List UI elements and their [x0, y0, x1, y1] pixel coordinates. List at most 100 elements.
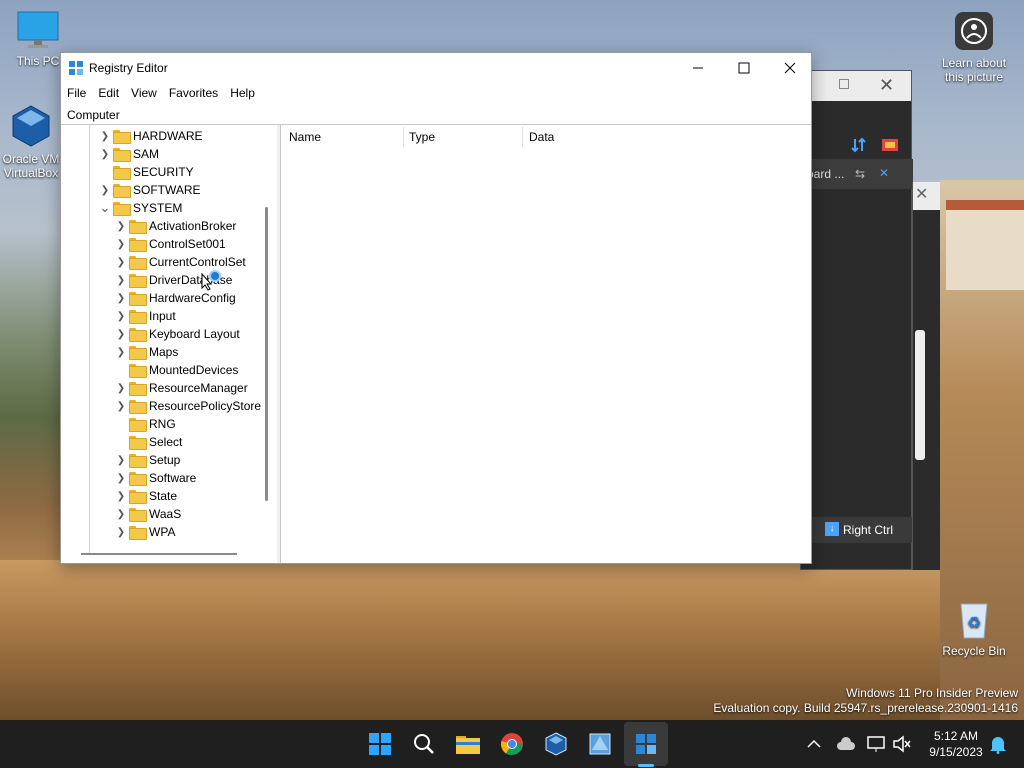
tree-item[interactable]: ❯ Maps — [113, 343, 178, 361]
registry-editor-window[interactable]: Registry Editor File Edit View Favorites… — [60, 52, 812, 564]
tree-item[interactable]: ❯ CurrentControlSet — [113, 253, 246, 271]
tree-vertical-scrollbar[interactable] — [265, 207, 268, 501]
desktop-icon-recycle-bin[interactable]: ♻ Recycle Bin — [936, 598, 1012, 658]
column-data[interactable]: Data — [529, 130, 554, 144]
onedrive-button[interactable] — [832, 730, 860, 758]
background-window[interactable]: ✕ oard ... ⇆ ✕ ↓ Right Ctrl — [800, 70, 913, 570]
minimize-button[interactable] — [675, 53, 721, 83]
menu-edit[interactable]: Edit — [92, 83, 125, 105]
tree-item[interactable]: ❯ ControlSet001 — [113, 235, 226, 253]
chevron-right-icon[interactable]: ❯ — [113, 379, 129, 397]
search-button[interactable] — [410, 730, 438, 758]
chevron-right-icon[interactable]: ❯ — [113, 523, 129, 541]
tree-item[interactable]: ❯ Software — [113, 469, 196, 487]
chevron-right-icon[interactable]: ❯ — [113, 505, 129, 523]
desktop-icon-virtualbox[interactable]: Oracle VM VirtualBox — [0, 104, 62, 180]
menu-view[interactable]: View — [125, 83, 163, 105]
tree-item-label: Keyboard Layout — [149, 327, 240, 341]
close-icon[interactable]: ✕ — [879, 75, 894, 96]
chevron-right-icon[interactable]: ❯ — [97, 181, 113, 199]
background-window-2[interactable]: ✕ — [912, 182, 940, 570]
column-type[interactable]: Type — [409, 130, 435, 144]
start-button[interactable] — [366, 730, 394, 758]
chevron-right-icon[interactable]: ❯ — [113, 451, 129, 469]
tree-item-label: SECURITY — [133, 165, 194, 179]
chevron-right-icon[interactable]: ❯ — [113, 235, 129, 253]
chevron-right-icon[interactable]: ❯ — [113, 487, 129, 505]
tree-item[interactable]: ❯ SAM — [97, 145, 159, 163]
chevron-right-icon[interactable]: ❯ — [113, 217, 129, 235]
tree-item[interactable]: ❯ Setup — [113, 451, 180, 469]
chevron-right-icon[interactable]: ❯ — [97, 127, 113, 145]
close-button[interactable] — [767, 53, 813, 83]
tree-item[interactable]: ❯ HardwareConfig — [113, 289, 236, 307]
maximize-icon[interactable] — [839, 79, 849, 89]
background-window-tab[interactable]: oard ... ⇆ ✕ — [801, 159, 913, 189]
close-tab-icon[interactable]: ✕ — [879, 166, 889, 180]
tree-item[interactable]: ❯ Keyboard Layout — [113, 325, 240, 343]
chevron-right-icon[interactable]: ❯ — [113, 397, 129, 415]
cloud-icon — [837, 737, 855, 750]
column-divider[interactable] — [403, 127, 404, 147]
network-button[interactable] — [862, 730, 890, 758]
chevron-right-icon[interactable]: ❯ — [113, 289, 129, 307]
background-window-titlebar[interactable]: ✕ — [801, 71, 911, 101]
chevron-right-icon[interactable]: ❯ — [97, 145, 113, 163]
tree-item[interactable]: Select — [113, 433, 182, 451]
address-bar[interactable]: Computer — [61, 105, 811, 125]
regedit-taskbar-button[interactable] — [632, 730, 660, 758]
tree-item[interactable]: ❯ ActivationBroker — [113, 217, 236, 235]
close-icon[interactable]: ✕ — [913, 182, 940, 210]
chevron-right-icon[interactable]: ❯ — [113, 469, 129, 487]
chevron-right-icon[interactable]: ❯ — [113, 271, 129, 289]
virtualbox-button[interactable] — [542, 730, 570, 758]
regedit-app-icon — [69, 61, 83, 75]
key-tree[interactable]: ❯ HARDWARE ❯ SAM SECURITY ❯ SOFTWARE ⌄ SYSTEM ❯ Ac… — [61, 125, 277, 563]
settings-icon[interactable] — [881, 137, 899, 153]
tree-item-label: SOFTWARE — [133, 183, 201, 197]
column-name[interactable]: Name — [289, 130, 321, 144]
scrollbar[interactable] — [915, 330, 925, 460]
tree-item[interactable]: ❯ WaaS — [113, 505, 181, 523]
folder-icon — [113, 130, 131, 144]
chevron-right-icon[interactable]: ❯ — [113, 253, 129, 271]
clock[interactable]: 5:12 AM 9/15/2023 — [918, 728, 994, 760]
desktop-icon-label: Learn about this picture — [941, 56, 1007, 84]
tree-item[interactable]: SECURITY — [97, 163, 194, 181]
chrome-button[interactable] — [498, 730, 526, 758]
tree-item-label: WPA — [149, 525, 176, 539]
file-explorer-button[interactable] — [454, 730, 482, 758]
tree-item[interactable]: ❯ Input — [113, 307, 176, 325]
tree-item[interactable]: ❯ ResourceManager — [113, 379, 248, 397]
menu-help[interactable]: Help — [224, 83, 261, 105]
menu-favorites[interactable]: Favorites — [163, 83, 224, 105]
menu-file[interactable]: File — [61, 83, 92, 105]
tree-item[interactable]: ❯ SOFTWARE — [97, 181, 201, 199]
sort-icon[interactable] — [851, 137, 867, 153]
tree-item[interactable]: ❯ WPA — [113, 523, 175, 541]
vmware-button[interactable] — [586, 730, 614, 758]
notifications-button[interactable] — [984, 730, 1012, 758]
folder-icon — [129, 274, 147, 288]
folder-icon — [129, 472, 147, 486]
column-divider[interactable] — [522, 127, 523, 147]
tree-item[interactable]: MountedDevices — [113, 361, 238, 379]
tree-item[interactable]: RNG — [113, 415, 176, 433]
titlebar[interactable]: Registry Editor — [61, 53, 811, 83]
volume-button[interactable] — [888, 730, 916, 758]
tree-item-label: RNG — [149, 417, 176, 431]
pin-icon[interactable]: ⇆ — [855, 167, 865, 181]
tree-item[interactable]: ❯ ResourcePolicyStore — [113, 397, 261, 415]
chevron-right-icon[interactable]: ❯ — [113, 307, 129, 325]
show-hidden-icons-button[interactable] — [800, 730, 828, 758]
tree-item[interactable]: ❯ State — [113, 487, 177, 505]
values-list[interactable]: Name Type Data — [281, 125, 811, 563]
maximize-button[interactable] — [721, 53, 767, 83]
tree-item[interactable]: ⌄ SYSTEM — [97, 199, 182, 217]
chevron-right-icon[interactable]: ❯ — [113, 325, 129, 343]
chevron-down-icon[interactable]: ⌄ — [97, 199, 113, 217]
tree-item[interactable]: ❯ HARDWARE — [97, 127, 203, 145]
desktop-icon-learn-about-picture[interactable]: Learn about this picture — [936, 10, 1012, 84]
chevron-right-icon[interactable]: ❯ — [113, 343, 129, 361]
tree-horizontal-scrollbar[interactable] — [81, 553, 237, 555]
